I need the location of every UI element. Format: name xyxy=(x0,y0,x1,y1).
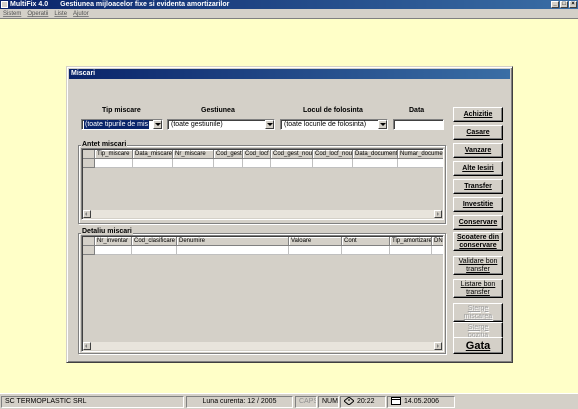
window-title: Miscari xyxy=(69,69,510,79)
minimize-button[interactable]: _ xyxy=(551,1,559,8)
locul-folosinta-label: Locul de folosinta xyxy=(303,107,363,114)
casare-button[interactable]: Casare xyxy=(453,125,503,140)
antet-grid-header: Tip_miscare Data_miscare Nr_miscare Cod_… xyxy=(83,150,443,159)
chevron-down-icon[interactable] xyxy=(265,120,274,129)
date-panel: 14.05.2006 xyxy=(387,396,455,408)
sterge-miscarea-button[interactable]: Sterge miscarea xyxy=(453,303,503,322)
achizitie-button[interactable]: Achizitie xyxy=(453,107,503,122)
column-header[interactable]: Nr_inventar xyxy=(95,237,132,246)
column-header[interactable]: Cod_gest_noua xyxy=(271,150,313,159)
gestiunea-label: Gestiunea xyxy=(201,107,235,114)
mdi-workspace: Miscari Tip miscare Gestiunea Locul de f… xyxy=(0,20,578,393)
horizontal-scrollbar[interactable] xyxy=(83,210,442,218)
tip-miscare-label: Tip miscare xyxy=(102,107,141,114)
column-header[interactable]: Numar_document xyxy=(398,150,443,159)
column-header[interactable]: Cod_clasificare xyxy=(132,237,177,246)
loc-folosinta-value: (toate locurile de folosinta) xyxy=(284,121,367,128)
scoatere-din-conservare-button[interactable]: Scoatere din conservare xyxy=(453,232,503,251)
row-indicator[interactable] xyxy=(83,159,95,168)
column-header[interactable]: Cod_locf_noua xyxy=(313,150,353,159)
scroll-right-icon[interactable] xyxy=(434,210,442,218)
detaliu-grid-header: Nr_inventar Cod_clasificare Denumire Val… xyxy=(83,237,443,246)
menu-ajutor[interactable]: Ajutor xyxy=(70,9,92,19)
close-button[interactable]: × xyxy=(569,1,577,8)
title-bar: MultiFix 4.0 Gestiunea mijloacelor fixe s… xyxy=(0,0,578,9)
listare-bon-transfer-button[interactable]: Listare bon transfer xyxy=(453,279,503,298)
vanzare-button[interactable]: Vanzare xyxy=(453,143,503,158)
num-indicator: NUM xyxy=(318,396,339,408)
calendar-icon xyxy=(391,397,401,406)
scroll-left-icon[interactable] xyxy=(83,210,91,218)
app-icon xyxy=(1,1,8,8)
column-header[interactable]: DN xyxy=(432,237,443,246)
scroll-right-icon[interactable] xyxy=(434,342,442,350)
column-header[interactable]: Denumire xyxy=(177,237,289,246)
clock-panel: 20:22 xyxy=(340,396,386,408)
menu-bar: Sistem Operatii Liste Ajutor xyxy=(0,9,578,19)
column-header[interactable]: Cod_locf xyxy=(243,150,271,159)
column-header[interactable]: Cod_gest xyxy=(214,150,243,159)
row-indicator-header xyxy=(83,237,95,246)
status-bar: SC TERMOPLASTIC SRL Luna curenta: 12 / 2… xyxy=(0,393,578,409)
horizontal-scrollbar[interactable] xyxy=(83,342,442,350)
chevron-down-icon[interactable] xyxy=(378,120,387,129)
investitie-button[interactable]: Investitie xyxy=(453,197,503,212)
table-row[interactable] xyxy=(83,159,443,168)
tip-miscare-value: (toate tipurile de mis xyxy=(84,120,150,129)
chevron-down-icon[interactable] xyxy=(153,120,162,129)
app-title: MultiFix 4.0 xyxy=(10,1,49,8)
column-header[interactable]: Nr_miscare xyxy=(173,150,214,159)
data-label: Data xyxy=(409,107,425,114)
caps-indicator: CAPS xyxy=(295,396,317,408)
row-indicator-header xyxy=(83,150,95,159)
column-header[interactable]: Valoare xyxy=(289,237,342,246)
column-header[interactable]: Tip_amortizare xyxy=(390,237,432,246)
clock-time: 20:22 xyxy=(357,398,375,405)
luna-curenta: Luna curenta: 12 / 2005 xyxy=(186,396,293,408)
clock-icon xyxy=(344,397,354,406)
validare-bon-transfer-button[interactable]: Validare bon transfer xyxy=(453,256,503,275)
gestiunea-select[interactable]: (toate gestiunile) xyxy=(167,119,275,130)
menu-liste[interactable]: Liste xyxy=(51,9,70,19)
tip-miscare-select[interactable]: (toate tipurile de mis xyxy=(81,119,163,130)
conservare-button[interactable]: Conservare xyxy=(453,215,503,230)
miscari-window: Miscari Tip miscare Gestiunea Locul de f… xyxy=(66,66,513,363)
data-input[interactable] xyxy=(393,119,444,130)
column-header[interactable]: Data_miscare xyxy=(133,150,173,159)
column-header[interactable]: Tip_miscare xyxy=(95,150,133,159)
menu-sistem[interactable]: Sistem xyxy=(0,9,24,19)
menu-operatii[interactable]: Operatii xyxy=(24,9,51,19)
table-row[interactable] xyxy=(83,246,443,255)
current-date: 14.05.2006 xyxy=(404,398,440,405)
alte-iesiri-button[interactable]: Alte Iesiri xyxy=(453,161,503,176)
scroll-left-icon[interactable] xyxy=(83,342,91,350)
gestiunea-value: (toate gestiunile) xyxy=(171,121,223,128)
transfer-button[interactable]: Transfer xyxy=(453,179,503,194)
company-name: SC TERMOPLASTIC SRL xyxy=(1,396,184,408)
loc-folosinta-select[interactable]: (toate locurile de folosinta) xyxy=(280,119,388,130)
antet-grid[interactable]: Tip_miscare Data_miscare Nr_miscare Cod_… xyxy=(81,148,444,220)
column-header[interactable]: Data_document xyxy=(353,150,398,159)
detaliu-grid[interactable]: Nr_inventar Cod_clasificare Denumire Val… xyxy=(81,235,444,352)
gata-button[interactable]: Gata xyxy=(453,337,503,354)
column-header[interactable]: Cont xyxy=(342,237,390,246)
maximize-button[interactable]: □ xyxy=(560,1,568,8)
row-indicator[interactable] xyxy=(83,246,95,255)
app-subtitle: Gestiunea mijloacelor fixe si evidenta a… xyxy=(60,1,230,8)
